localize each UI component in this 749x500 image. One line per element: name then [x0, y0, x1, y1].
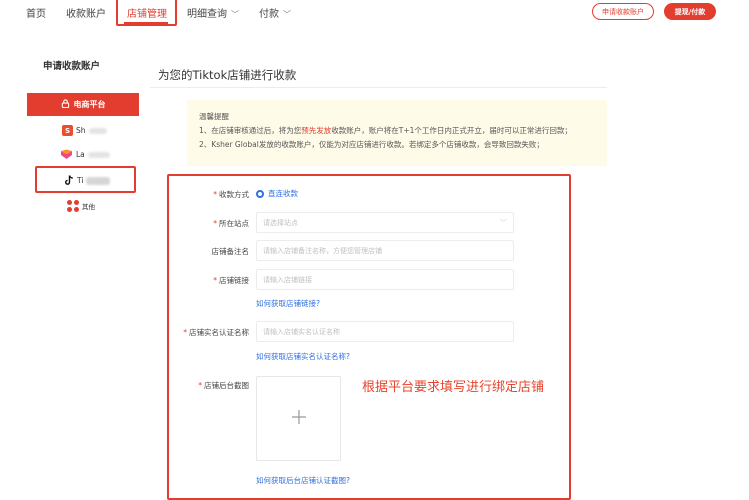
lock-icon	[61, 99, 70, 110]
notice-line-2: 2、Ksher Global发放的收款账户，仅能为对应店铺进行收款。若绑定多个店…	[199, 140, 544, 149]
sidebar-item-ecommerce-label: 电商平台	[73, 100, 106, 109]
store-note-label: 店铺备注名	[211, 247, 250, 256]
nav-home-label: 首页	[26, 9, 46, 20]
platform-name: Ti	[77, 176, 84, 185]
site-select[interactable]: 请选择站点 ﹀	[256, 212, 514, 233]
apply-account-button[interactable]: 申请收款账户	[592, 3, 654, 20]
nav-receiving-accounts[interactable]: 收款账户	[66, 5, 106, 20]
store-link-label: * 店铺链接	[213, 276, 249, 285]
store-real-name-input[interactable]: 请输入店铺实名认证名称	[256, 321, 514, 342]
nav-receiving-accounts-label: 收款账户	[66, 9, 106, 20]
nav-payment[interactable]: 付款 ﹀	[259, 5, 291, 20]
sidebar-item-other-label: 其他	[82, 203, 95, 211]
sidebar-item-tiktok[interactable]: Ti	[63, 175, 111, 186]
backend-screenshot-label: * 店铺后台截图	[198, 381, 249, 390]
top-nav: 首页 收款账户 店铺管理 明细查询 ﹀ 付款 ﹀ 申请收款账户 提现/付款	[0, 0, 749, 26]
site-select-placeholder: 请选择站点	[263, 218, 298, 227]
nav-home[interactable]: 首页	[26, 5, 46, 20]
payment-method-label: * 收款方式	[213, 190, 249, 199]
sidebar-item-lazada[interactable]: La	[60, 149, 110, 160]
grid-dots-icon	[67, 200, 79, 212]
notice-box: 温馨提醒 1、在店铺审核通过后，将为您预先发放收款账户，账户将在T+1个工作日内…	[187, 100, 607, 166]
chevron-down-icon: ﹀	[283, 10, 291, 19]
notice-line-1: 1、在店铺审核通过后，将为您预先发放收款账户，账户将在T+1个工作日内正式开立，…	[199, 126, 572, 135]
nav-payment-label: 付款	[259, 9, 279, 20]
nav-detail-query-label: 明细查询	[187, 9, 227, 20]
shopee-icon: S	[62, 125, 73, 136]
annotation-text: 根据平台要求填写进行绑定店铺	[362, 380, 545, 395]
blurred-text	[88, 127, 107, 134]
store-note-input[interactable]: 请输入店铺备注名称，方便您管理店铺	[256, 240, 514, 261]
notice-heading: 温馨提醒	[199, 112, 229, 121]
site-label: * 所在站点	[213, 219, 249, 228]
screenshot-upload[interactable]	[256, 376, 341, 461]
store-note-placeholder: 请输入店铺备注名称，方便您管理店铺	[263, 246, 382, 255]
store-real-name-help-link[interactable]: 如何获取店铺实名认证名称?	[256, 351, 350, 362]
store-link-input[interactable]: 请输入店铺链接	[256, 269, 514, 290]
blurred-text	[86, 176, 111, 185]
chevron-down-icon: ﹀	[231, 10, 239, 19]
plus-icon	[291, 406, 307, 431]
tiktok-icon	[63, 175, 74, 186]
withdraw-pay-button[interactable]: 提现/付款	[664, 3, 716, 20]
store-link-help-link[interactable]: 如何获取店铺链接?	[256, 298, 320, 309]
divider	[150, 87, 607, 88]
platform-name: Sh	[76, 126, 86, 135]
sidebar-title: 申请收款账户	[43, 61, 101, 72]
radio-selected-icon	[256, 189, 264, 198]
direct-receive-radio[interactable]: 直连收款	[256, 188, 298, 199]
nav-detail-query[interactable]: 明细查询 ﹀	[187, 5, 239, 20]
nav-active-underline	[124, 22, 168, 24]
platform-name: La	[76, 150, 85, 159]
radio-label: 直连收款	[268, 189, 298, 198]
sidebar-item-shopee[interactable]: S Sh	[62, 125, 107, 136]
sidebar-item-ecommerce[interactable]: 电商平台	[27, 93, 139, 116]
lazada-icon	[60, 149, 73, 160]
store-real-name-label: * 店铺实名认证名称	[183, 328, 249, 337]
sidebar-item-other[interactable]: 其他	[67, 200, 95, 212]
blurred-text	[87, 151, 110, 158]
store-link-placeholder: 请输入店铺链接	[263, 275, 312, 284]
screenshot-help-link[interactable]: 如何获取后台店铺认证截图?	[256, 475, 350, 486]
page-title: 为您的Tiktok店铺进行收款	[158, 68, 297, 82]
store-real-name-placeholder: 请输入店铺实名认证名称	[263, 327, 340, 336]
chevron-down-icon: ﹀	[500, 218, 507, 227]
